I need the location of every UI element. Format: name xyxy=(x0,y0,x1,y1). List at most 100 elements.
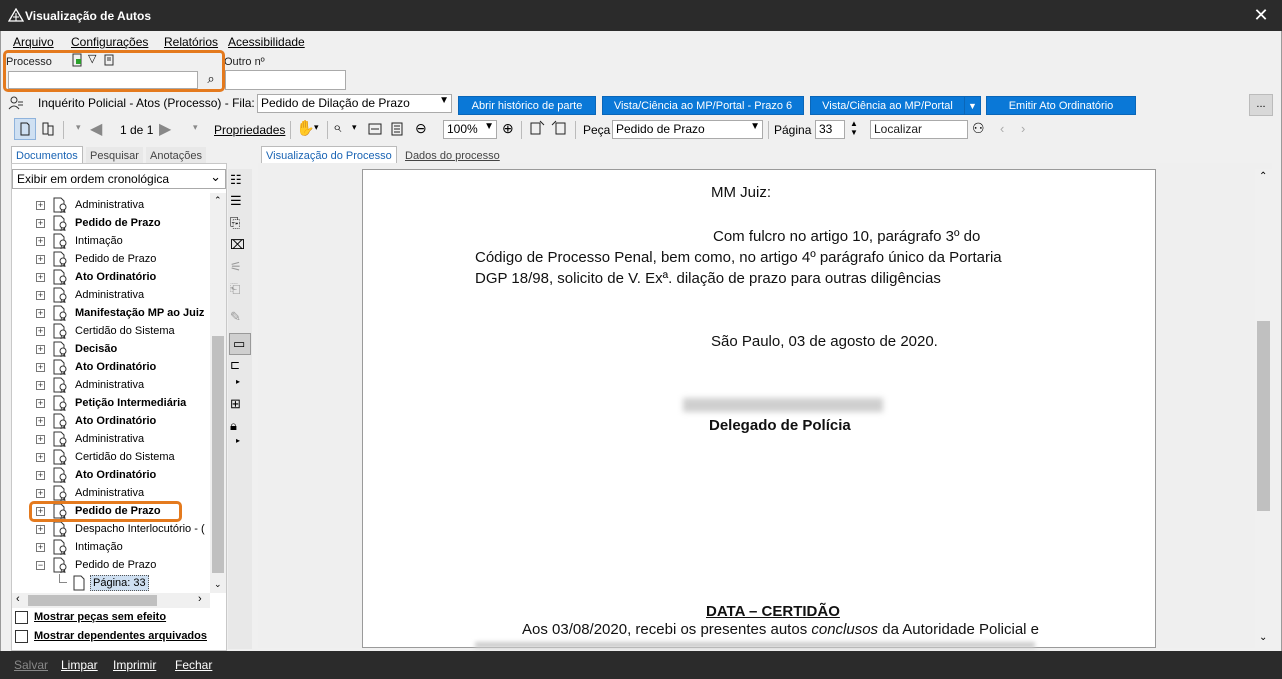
tree-item[interactable]: + Administrativa xyxy=(12,196,210,214)
tree-item[interactable]: + Ato Ordinatório xyxy=(12,412,210,430)
tree-hscroll-thumb[interactable] xyxy=(28,595,157,606)
edit-icon[interactable]: ✎ xyxy=(230,309,248,327)
expand-toggle-icon[interactable]: + xyxy=(36,471,45,480)
badge-icon[interactable]: ⎘ xyxy=(230,215,248,233)
checkbox-pecas-sem-efeito[interactable] xyxy=(15,611,28,624)
zoom-select[interactable]: 100% ▼ xyxy=(443,120,497,139)
expand-toggle-icon[interactable]: + xyxy=(36,291,45,300)
limpar-button[interactable]: Limpar xyxy=(61,658,98,672)
tree-item[interactable]: + Certidão do Sistema xyxy=(12,322,210,340)
doc-x-icon[interactable]: ⌧ xyxy=(230,237,248,255)
peca-select[interactable]: Pedido de Prazo ▼ xyxy=(612,120,763,139)
expand-toggle-icon[interactable]: + xyxy=(36,381,45,390)
tree-item[interactable]: + Ato Ordinatório xyxy=(12,358,210,376)
copy-icon[interactable]: ⎗ xyxy=(230,281,248,299)
expand-toggle-icon[interactable]: + xyxy=(36,237,45,246)
rotate-left-icon[interactable] xyxy=(529,120,545,136)
expand-toggle-icon[interactable]: + xyxy=(36,201,45,210)
prev-page-icon[interactable]: ◀ xyxy=(90,119,102,139)
tree-item[interactable]: + Ato Ordinatório xyxy=(12,268,210,286)
tree-item[interactable]: − Pedido de Prazo xyxy=(12,556,210,574)
menu-acessibilidade[interactable]: Acessibilidade xyxy=(228,35,305,49)
fit-width-icon[interactable] xyxy=(368,122,382,136)
list-icon[interactable]: ☰ xyxy=(230,193,248,211)
tree-vscroll[interactable]: ⌃ ⌄ xyxy=(210,193,226,593)
fit-page-icon[interactable] xyxy=(390,122,404,136)
expand-arrow-icon-2[interactable]: ▸ xyxy=(236,436,254,454)
stack-icon[interactable]: ⚟ xyxy=(230,259,248,277)
next-page-icon[interactable]: ▶ xyxy=(159,119,171,139)
viewer-vscroll[interactable]: ⌃ ⌄ xyxy=(1255,169,1272,648)
expand-toggle-icon[interactable]: + xyxy=(36,489,45,498)
zoom-icon[interactable]: ⌕ xyxy=(333,119,341,136)
tree-expand-icon[interactable]: ⊏ xyxy=(230,358,248,376)
zoom-dropdown-icon[interactable]: ▾ xyxy=(352,122,357,133)
rotate-right-icon[interactable] xyxy=(551,120,567,136)
expand-toggle-icon[interactable]: + xyxy=(36,453,45,462)
vista-portal-button[interactable]: Vista/Ciência ao MP/Portal xyxy=(810,96,965,115)
tree-item[interactable]: + Manifestação MP ao Juiz xyxy=(12,304,210,322)
single-page-toggle[interactable] xyxy=(14,118,36,140)
menu-relatorios[interactable]: Relatórios xyxy=(164,35,218,49)
tree-item[interactable]: + Petição Intermediária xyxy=(12,394,210,412)
pagina-stepper[interactable]: ▲ ▼ xyxy=(850,119,858,137)
scroll-down-icon[interactable]: ⌄ xyxy=(214,579,222,590)
tree-item[interactable]: + Intimação xyxy=(12,538,210,556)
expand-toggle-icon[interactable]: + xyxy=(36,543,45,552)
tree-child-page[interactable]: Página: 33 xyxy=(12,574,210,592)
zoom-out-icon[interactable]: ⊖ xyxy=(415,120,427,137)
tree-item[interactable]: + Pedido de Prazo xyxy=(12,250,210,268)
hand-dropdown-icon[interactable]: ▾ xyxy=(314,122,319,133)
expand-toggle-icon[interactable]: + xyxy=(36,309,45,318)
tree-item[interactable]: + Ato Ordinatório xyxy=(12,466,210,484)
abrir-historico-button[interactable]: Abrir histórico de parte xyxy=(458,96,596,115)
tree-item[interactable]: + Pedido de Prazo xyxy=(12,214,210,232)
last-page-icon[interactable]: ▾ xyxy=(193,122,198,133)
menu-configuracoes[interactable]: Configurações xyxy=(71,35,148,49)
fila-select[interactable]: Pedido de Dilação de Prazo ▼ xyxy=(257,94,452,113)
expand-toggle-icon[interactable]: + xyxy=(36,255,45,264)
tree-item[interactable]: + Decisão xyxy=(12,340,210,358)
expand-toggle-icon[interactable]: + xyxy=(36,219,45,228)
tree-item[interactable]: + Administrativa xyxy=(12,430,210,448)
scroll-up-icon[interactable]: ⌃ xyxy=(1259,171,1267,182)
split-page-icon[interactable] xyxy=(41,122,55,136)
tree-item[interactable]: + Administrativa xyxy=(12,484,210,502)
localizar-input[interactable]: Localizar xyxy=(870,120,968,139)
expand-toggle-icon[interactable]: + xyxy=(36,399,45,408)
scroll-right-icon[interactable]: › xyxy=(198,593,202,605)
hand-tool-icon[interactable]: ✋ xyxy=(296,119,315,137)
menu-arquivo[interactable]: Arquivo xyxy=(13,35,54,49)
tree-item[interactable]: + Certidão do Sistema xyxy=(12,448,210,466)
checkbox-dependentes-arquivados[interactable] xyxy=(15,630,28,643)
scroll-left-icon[interactable]: ‹ xyxy=(16,593,20,605)
tree-item[interactable]: + Administrativa xyxy=(12,286,210,304)
fechar-button[interactable]: Fechar xyxy=(175,658,212,672)
scroll-up-icon[interactable]: ⌃ xyxy=(214,195,222,206)
imprimir-button[interactable]: Imprimir xyxy=(113,658,156,672)
tree-hscroll[interactable]: ‹ › xyxy=(12,593,210,608)
zoom-in-icon[interactable]: ⊕ xyxy=(502,120,514,137)
vista-dropdown-icon[interactable]: ▼ xyxy=(964,96,981,115)
propriedades-button[interactable]: Propriedades xyxy=(214,123,285,137)
more-button[interactable]: ... xyxy=(1249,94,1273,116)
tab-visualizacao[interactable]: Visualização do Processo xyxy=(261,146,397,164)
expand-toggle-icon[interactable]: + xyxy=(36,363,45,372)
pagina-input[interactable]: 33 xyxy=(815,120,845,139)
salvar-button[interactable]: Salvar xyxy=(14,658,48,672)
expand-toggle-icon[interactable]: + xyxy=(36,345,45,354)
tree-item[interactable]: + Intimação xyxy=(12,232,210,250)
scroll-down-icon[interactable]: ⌄ xyxy=(1259,632,1267,643)
expand-arrow-icon[interactable]: ▸ xyxy=(236,377,254,395)
binoculars-icon[interactable]: ⚇ xyxy=(972,120,985,137)
first-page-icon[interactable]: ▾ xyxy=(76,122,81,133)
lock-icon[interactable]: 🔒︎ xyxy=(230,418,248,436)
add-note-icon[interactable]: ⊞ xyxy=(230,396,248,414)
find-prev-icon[interactable]: ‹ xyxy=(1000,121,1004,136)
outro-input[interactable] xyxy=(225,70,346,90)
tree-scroll-thumb[interactable] xyxy=(212,336,224,573)
tree-item[interactable]: + Administrativa xyxy=(12,376,210,394)
tree-item[interactable]: + Despacho Interlocutório - ( xyxy=(12,520,210,538)
find-next-icon[interactable]: › xyxy=(1021,121,1025,136)
emitir-ato-button[interactable]: Emitir Ato Ordinatório xyxy=(986,96,1136,115)
